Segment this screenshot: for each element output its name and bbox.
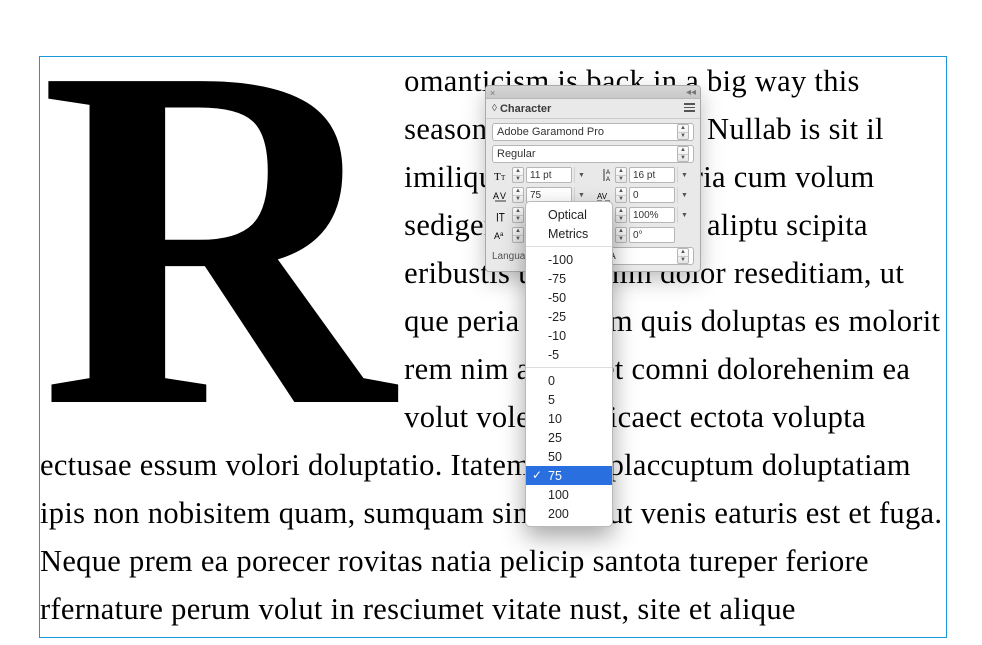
- dd-25[interactable]: 25: [526, 428, 612, 447]
- svg-text:T: T: [501, 174, 506, 182]
- hscale-field[interactable]: 100%: [629, 207, 675, 223]
- baseline-icon: Aa: [492, 227, 510, 243]
- dd-neg25[interactable]: -25: [526, 307, 612, 326]
- font-size-stepper[interactable]: ▲▼: [512, 167, 524, 183]
- font-style-stepper[interactable]: ▲▼: [677, 146, 689, 162]
- dd-10[interactable]: 10: [526, 409, 612, 428]
- panel-titlebar[interactable]: × ◂◂: [486, 86, 700, 99]
- kerning-stepper[interactable]: ▲▼: [512, 187, 524, 203]
- skew-stepper[interactable]: ▲▼: [615, 227, 627, 243]
- app-canvas: Romanticism is back in a big way this se…: [0, 0, 982, 645]
- dd-100[interactable]: 100: [526, 485, 612, 504]
- dd-5[interactable]: 5: [526, 390, 612, 409]
- dd-separator: [526, 246, 612, 247]
- svg-text:T: T: [494, 171, 501, 183]
- dd-neg75[interactable]: -75: [526, 269, 612, 288]
- vscale-icon: IT: [492, 207, 510, 223]
- font-size-icon: TT: [492, 167, 510, 183]
- font-family-stepper[interactable]: ▲▼: [677, 124, 689, 140]
- dd-0[interactable]: 0: [526, 371, 612, 390]
- vscale-stepper[interactable]: ▲▼: [512, 207, 524, 223]
- drop-cap-letter: R: [40, 61, 394, 414]
- svg-text:AV: AV: [597, 192, 608, 201]
- dd-metrics[interactable]: Metrics: [526, 224, 612, 243]
- panel-title: Character: [500, 103, 551, 115]
- dd-75[interactable]: 75: [526, 466, 612, 485]
- close-icon[interactable]: ×: [490, 88, 495, 98]
- tracking-stepper[interactable]: ▲▼: [615, 187, 627, 203]
- leading-stepper[interactable]: ▲▼: [615, 167, 627, 183]
- leading-dd-icon[interactable]: ▼: [677, 167, 691, 183]
- svg-text:a: a: [500, 232, 504, 238]
- flyout-menu-icon[interactable]: [684, 103, 695, 112]
- collapse-icon[interactable]: ◂◂: [686, 87, 696, 98]
- svg-text:A: A: [493, 191, 499, 201]
- font-style-field[interactable]: Regular ▲▼: [492, 145, 694, 163]
- kerning-icon: AV: [492, 187, 510, 203]
- font-size-dd-icon[interactable]: ▼: [574, 167, 588, 183]
- skew-field[interactable]: 0°: [629, 227, 675, 243]
- hscale-stepper[interactable]: ▲▼: [615, 207, 627, 223]
- dd-separator-2: [526, 367, 612, 368]
- dd-200[interactable]: 200: [526, 504, 612, 523]
- tracking-dd-icon[interactable]: ▼: [677, 187, 691, 203]
- dd-neg10[interactable]: -10: [526, 326, 612, 345]
- dd-neg5[interactable]: -5: [526, 345, 612, 364]
- svg-text:A: A: [606, 177, 610, 183]
- svg-text:V: V: [500, 191, 506, 201]
- baseline-stepper[interactable]: ▲▼: [512, 227, 524, 243]
- dd-optical[interactable]: Optical: [526, 205, 612, 224]
- font-size-field[interactable]: 11 pt: [526, 167, 572, 183]
- svg-text:IT: IT: [496, 212, 505, 223]
- dd-neg100[interactable]: -100: [526, 250, 612, 269]
- tracking-field[interactable]: 0: [629, 187, 675, 203]
- font-family-field[interactable]: Adobe Garamond Pro ▲▼: [492, 123, 694, 141]
- disclosure-icon[interactable]: ◊: [492, 103, 497, 114]
- panel-tab[interactable]: ◊ Character: [486, 99, 700, 119]
- dd-50[interactable]: 50: [526, 447, 612, 466]
- hscale-dd-icon[interactable]: ▼: [677, 207, 691, 223]
- leading-field[interactable]: 16 pt: [629, 167, 675, 183]
- leading-icon: AA: [595, 167, 613, 183]
- kerning-dropdown[interactable]: Optical Metrics -100 -75 -50 -25 -10 -5 …: [525, 201, 613, 527]
- language-stepper[interactable]: ▲▼: [677, 248, 689, 264]
- svg-text:A: A: [606, 170, 610, 176]
- dd-neg50[interactable]: -50: [526, 288, 612, 307]
